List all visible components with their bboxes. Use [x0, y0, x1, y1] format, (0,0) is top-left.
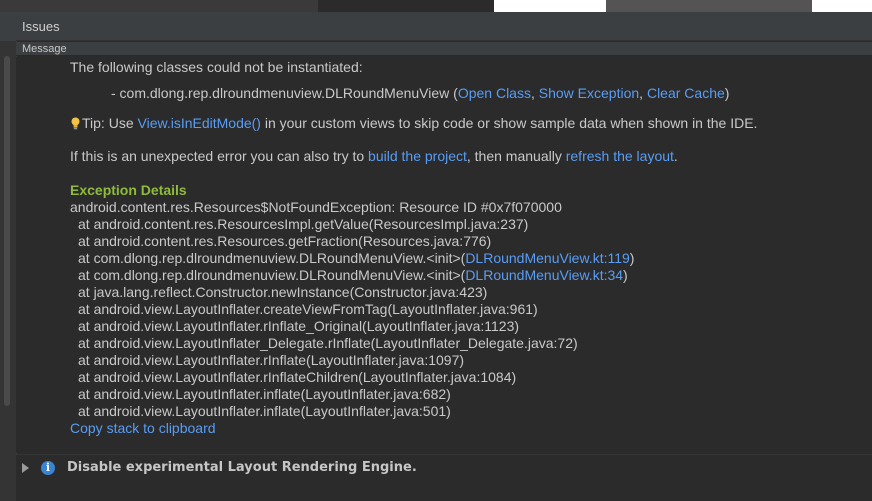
- stack-frame-text: at com.dlong.rep.dlroundmenuview.DLRound…: [78, 267, 466, 283]
- top-strip-segment: [812, 0, 872, 12]
- lightbulb-icon: [71, 117, 80, 130]
- clear-cache-link[interactable]: Clear Cache: [647, 85, 725, 101]
- unexpected-prefix: If this is an unexpected error you can a…: [70, 148, 369, 164]
- stack-frame-text: at android.view.LayoutInflater.inflate(L…: [78, 403, 451, 419]
- footer-action-row[interactable]: i Disable experimental Layout Rendering …: [16, 454, 872, 482]
- exception-details-title: Exception Details: [70, 182, 187, 198]
- stack-frame: at android.view.LayoutInflater_Delegate.…: [78, 335, 578, 352]
- unexpected-suffix: .: [673, 148, 678, 164]
- close-paren: ): [724, 85, 730, 101]
- issues-header-lead: [0, 12, 16, 41]
- stack-frame: at android.view.LayoutInflater.inflate(L…: [78, 403, 451, 420]
- top-toolbar-strip: [0, 0, 872, 12]
- issues-panel-title: Issues: [16, 12, 872, 41]
- refresh-layout-link[interactable]: refresh the layout: [566, 148, 674, 164]
- stack-frame: at com.dlong.rep.dlroundmenuview.DLRound…: [78, 250, 634, 267]
- stack-frame: at android.view.LayoutInflater.rInflateC…: [78, 369, 516, 386]
- intro-text: The following classes could not be insta…: [70, 59, 363, 75]
- open-class-link[interactable]: Open Class: [458, 85, 531, 101]
- copy-stack-link[interactable]: Copy stack to clipboard: [70, 420, 216, 437]
- stack-frame-text: at android.view.LayoutInflater.rInflate_…: [78, 318, 520, 334]
- unexpected-error-line: If this is an unexpected error you can a…: [70, 148, 678, 165]
- left-gutter: [0, 12, 17, 501]
- close-paren: ): [623, 267, 628, 283]
- separator: ,: [530, 85, 539, 101]
- show-exception-link[interactable]: Show Exception: [539, 85, 639, 101]
- separator: ,: [639, 85, 647, 101]
- stack-frame: at com.dlong.rep.dlroundmenuview.DLRound…: [78, 267, 628, 284]
- stack-frame-text: at android.view.LayoutInflater.createVie…: [78, 301, 538, 317]
- top-strip-segment: [606, 0, 812, 12]
- tip-prefix: Tip: Use: [82, 115, 138, 131]
- disable-engine-label[interactable]: Disable experimental Layout Rendering En…: [67, 460, 417, 475]
- stack-frame-text: at android.view.LayoutInflater_Delegate.…: [78, 335, 578, 351]
- stack-frame-text: at com.dlong.rep.dlroundmenuview.DLRound…: [78, 250, 466, 266]
- info-icon: i: [41, 461, 55, 475]
- source-location-link[interactable]: DLRoundMenuView.kt:119: [465, 250, 629, 266]
- unexpected-middle: , then manually: [466, 148, 566, 164]
- class-bullet-line: - com.dlong.rep.dlroundmenuview.DLRoundM…: [111, 85, 729, 102]
- top-strip-segment: [494, 0, 606, 12]
- top-strip-segment: [0, 0, 318, 12]
- stack-frame: at android.view.LayoutInflater.rInflate_…: [78, 318, 519, 335]
- left-scrollbar-thumb[interactable]: [4, 56, 10, 406]
- message-column-header[interactable]: Message: [16, 42, 872, 56]
- issue-message-content: The following classes could not be insta…: [16, 57, 872, 453]
- tip-suffix: in your custom views to skip code or sho…: [260, 115, 758, 131]
- build-project-link[interactable]: build the project: [368, 148, 467, 164]
- triangle-right-icon[interactable]: [22, 463, 29, 473]
- is-in-edit-mode-link[interactable]: View.isInEditMode(): [138, 115, 261, 131]
- stack-frame: at android.content.res.ResourcesImpl.get…: [78, 216, 528, 233]
- stack-frame: at java.lang.reflect.Constructor.newInst…: [78, 284, 487, 301]
- stack-frame-text: at java.lang.reflect.Constructor.newInst…: [78, 284, 488, 300]
- tip-line: Tip: Use View.isInEditMode() in your cus…: [70, 115, 757, 132]
- close-paren: ): [629, 250, 635, 266]
- stack-frame-text: at android.content.res.Resources.getFrac…: [78, 233, 492, 249]
- exception-first-line: android.content.res.Resources$NotFoundEx…: [70, 199, 562, 215]
- stack-frame-text: at android.view.LayoutInflater.rInflateC…: [78, 369, 517, 385]
- class-bullet-text: - com.dlong.rep.dlroundmenuview.DLRoundM…: [111, 85, 458, 101]
- stack-frame-text: at android.view.LayoutInflater.inflate(L…: [78, 386, 451, 402]
- stack-frame: at android.view.LayoutInflater.inflate(L…: [78, 386, 451, 403]
- top-strip-segment: [318, 0, 494, 12]
- source-location-link[interactable]: DLRoundMenuView.kt:34: [465, 267, 623, 283]
- stack-frame: at android.view.LayoutInflater.rInflate(…: [78, 352, 464, 369]
- stack-frame-text: at android.content.res.ResourcesImpl.get…: [78, 216, 529, 232]
- stack-frame: at android.view.LayoutInflater.createVie…: [78, 301, 538, 318]
- stack-frame-text: at android.view.LayoutInflater.rInflate(…: [78, 352, 465, 368]
- bottom-band: [16, 482, 872, 501]
- stack-frame: at android.content.res.Resources.getFrac…: [78, 233, 491, 250]
